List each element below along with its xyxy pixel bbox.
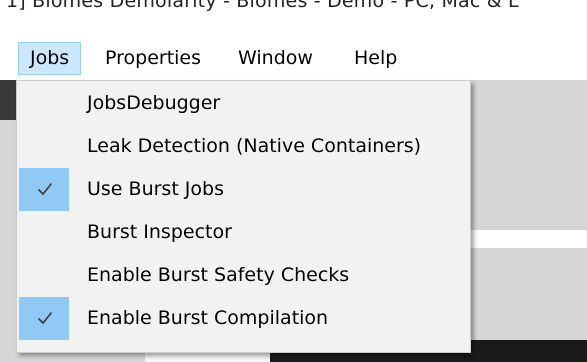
- menu-item-label: Burst Inspector: [87, 221, 232, 243]
- check-area: [19, 125, 69, 168]
- menu-item-enable-burst-compilation[interactable]: Enable Burst Compilation: [17, 297, 470, 340]
- menu-item-label: JobsDebugger: [87, 92, 221, 114]
- menu-item-use-burst-jobs[interactable]: Use Burst Jobs: [17, 168, 470, 211]
- menu-help[interactable]: Help: [354, 42, 397, 75]
- jobs-dropdown-menu: JobsDebugger Leak Detection (Native Cont…: [16, 80, 471, 353]
- menu-item-burst-inspector[interactable]: Burst Inspector: [17, 211, 470, 254]
- window-title-bar: 1] Biomes Demolarity - Biomes - Demo - P…: [0, 0, 587, 26]
- menu-item-label: Use Burst Jobs: [87, 178, 224, 200]
- menu-item-label: Enable Burst Compilation: [87, 307, 329, 329]
- menu-item-label: Leak Detection (Native Containers): [87, 135, 422, 157]
- menu-jobs[interactable]: Jobs: [18, 42, 82, 75]
- menu-window[interactable]: Window: [238, 42, 313, 75]
- menu-item-leak-detection[interactable]: Leak Detection (Native Containers): [17, 125, 470, 168]
- menu-bar: Jobs Properties Window Help: [0, 26, 587, 80]
- check-area: [19, 82, 69, 125]
- checkmark-icon: [37, 182, 53, 196]
- menu-item-jobs-debugger[interactable]: JobsDebugger: [17, 82, 470, 125]
- check-area: [19, 211, 69, 254]
- check-area: [19, 254, 69, 297]
- window-title: 1] Biomes Demolarity - Biomes - Demo - P…: [6, 0, 519, 12]
- menu-item-enable-burst-safety-checks[interactable]: Enable Burst Safety Checks: [17, 254, 470, 297]
- menu-item-label: Enable Burst Safety Checks: [87, 264, 350, 286]
- check-area: [19, 297, 69, 340]
- editor-panel-strip: [471, 230, 587, 248]
- menu-properties[interactable]: Properties: [105, 42, 201, 75]
- check-area: [19, 168, 69, 211]
- checkmark-icon: [37, 311, 53, 325]
